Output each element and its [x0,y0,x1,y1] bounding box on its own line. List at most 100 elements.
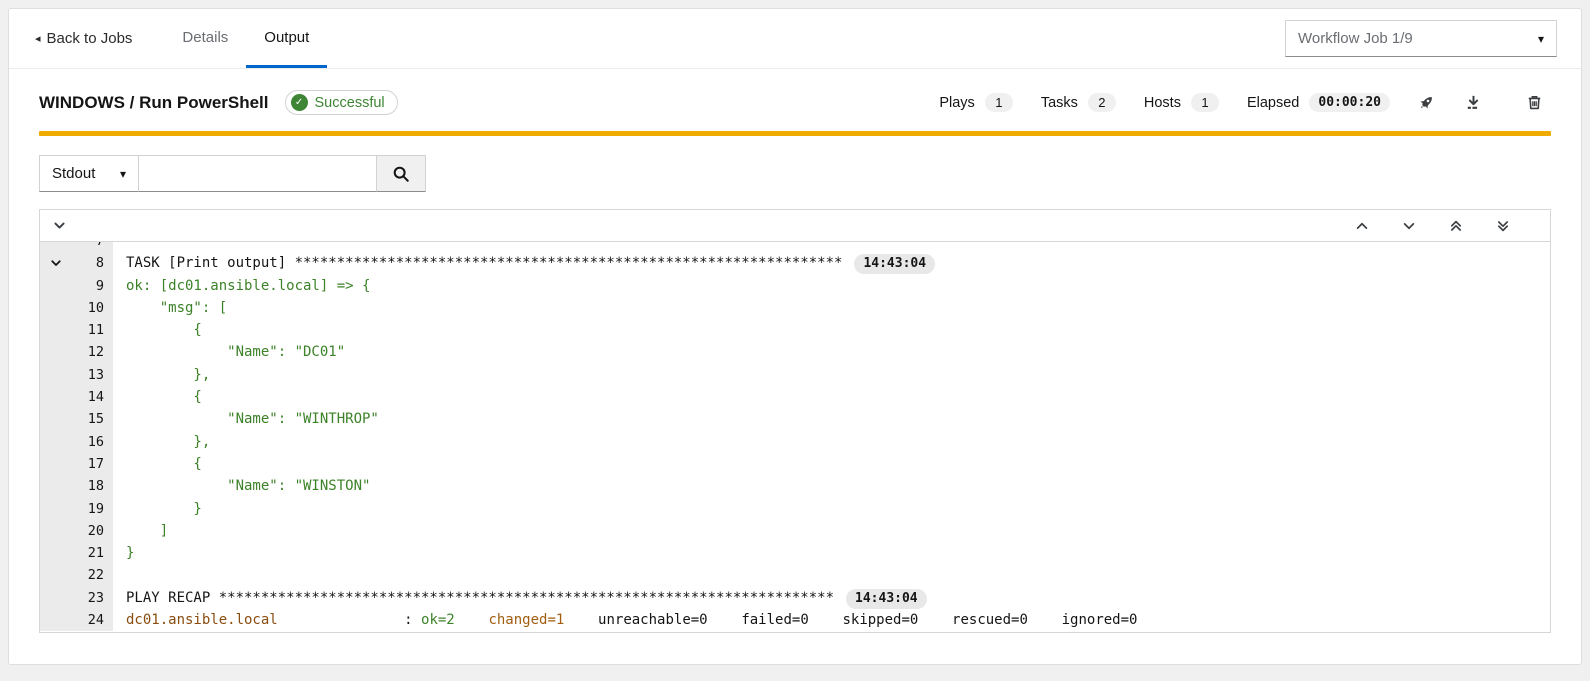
console-text-segment: }, [126,367,210,383]
line-number: 18 [88,475,104,497]
line-content: ok: [dc01.ansible.local] => { [113,275,370,297]
search-button[interactable] [377,155,426,192]
scroll-next-button[interactable] [1402,219,1416,233]
console-lines: 78 TASK [Print output] ******************… [40,242,1550,631]
console-line: 18 "Name": "WINSTON" [40,475,1550,497]
line-gutter: 9 [40,275,113,297]
stat-tasks-value: 2 [1088,93,1116,112]
double-chevron-down-icon [1496,219,1510,233]
line-number: 17 [88,453,104,475]
console-line: 11 { [40,319,1550,341]
back-to-jobs-label: Back to Jobs [47,30,133,47]
console-text-segment [455,612,489,628]
output-panel: 78 TASK [Print output] ******************… [39,209,1551,633]
stat-elapsed: Elapsed 00:00:20 [1247,93,1390,112]
console-text-segment: } [126,545,134,561]
line-number: 13 [88,364,104,386]
console-line: 21} [40,542,1550,564]
stat-elapsed-label: Elapsed [1247,95,1299,111]
console-line: 7 [40,242,1550,252]
line-number: 23 [88,587,104,609]
chevron-down-icon [1402,219,1416,233]
console-line: 20 ] [40,520,1550,542]
line-number: 15 [88,408,104,430]
line-gutter: 23 [40,587,113,609]
line-content [113,564,126,586]
line-gutter: 13 [40,364,113,386]
line-number: 8 [96,252,104,274]
delete-job-button[interactable] [1524,92,1545,113]
line-gutter: 15 [40,408,113,430]
console-line: 13 }, [40,364,1550,386]
console-text-segment: ok: [dc01.ansible.local] => { [126,278,370,294]
console-line: 9 ok: [dc01.ansible.local] => { [40,275,1550,297]
line-content: { [113,319,202,341]
console-text-segment: : [278,612,421,628]
line-number: 14 [88,386,104,408]
scroll-last-button[interactable] [1496,219,1510,233]
stat-elapsed-value: 00:00:20 [1309,93,1390,112]
line-content: } [113,498,202,520]
download-output-button[interactable] [1463,92,1484,113]
search-input[interactable] [139,155,377,192]
line-number: 12 [88,341,104,363]
line-content: "Name": "DC01" [113,341,345,363]
console-line: 8 TASK [Print output] *******************… [40,252,1550,274]
page-title: WINDOWS / Run PowerShell [39,93,269,113]
relaunch-button[interactable] [1416,92,1437,113]
console-text-segment: unreachable=0 failed=0 skipped=0 rescued… [564,612,1137,628]
rocket-icon [1418,94,1435,111]
tab-details-label: Details [182,29,228,46]
chevron-down-icon: ▾ [1538,32,1544,46]
output-source-select[interactable]: Stdout ▾ [39,155,139,192]
console-text-segment: dc01.ansible.local [126,612,278,628]
line-content: "Name": "WINSTON" [113,475,370,497]
line-content: }, [113,364,210,386]
stat-plays-label: Plays [939,95,974,111]
line-gutter: 21 [40,542,113,564]
back-to-jobs-link[interactable]: ◂ Back to Jobs [35,9,132,68]
task-collapse-toggle-icon[interactable] [50,257,65,269]
line-content: "msg": [ [113,297,227,319]
line-number: 10 [88,297,104,319]
chevron-up-icon [1355,219,1369,233]
output-source-select-value: Stdout [52,165,95,182]
timestamp-badge: 14:43:04 [846,589,927,609]
workflow-job-select[interactable]: Workflow Job 1/9 ▾ [1285,20,1557,57]
line-gutter: 24 [40,609,113,631]
stat-plays: Plays 1 [939,93,1012,112]
tab-output-label: Output [264,29,309,46]
line-gutter: 17 [40,453,113,475]
console-line: 17 { [40,453,1550,475]
scroll-previous-button[interactable] [1355,219,1369,233]
line-gutter: 12 [40,341,113,363]
line-number: 20 [88,520,104,542]
console-text-segment: TASK [Print output] ********************… [126,255,842,271]
console-text-segment: ] [126,523,168,539]
line-content: }, [113,431,210,453]
double-chevron-up-icon [1449,219,1463,233]
line-number: 24 [88,609,104,631]
console-text-segment: { [126,456,202,472]
scroll-first-button[interactable] [1449,219,1463,233]
chevron-down-icon: ▾ [120,167,126,181]
line-gutter: 11 [40,319,113,341]
line-content [113,242,126,252]
tab-details[interactable]: Details [164,9,246,68]
stat-tasks: Tasks 2 [1041,93,1116,112]
console-text-segment: }, [126,434,210,450]
console-line: 10 "msg": [ [40,297,1550,319]
stat-hosts: Hosts 1 [1144,93,1219,112]
tab-output[interactable]: Output [246,9,327,68]
console-line: 23 PLAY RECAP ***************************… [40,587,1550,609]
tab-bar: Details Output [164,9,327,68]
stat-tasks-label: Tasks [1041,95,1078,111]
stdout-console[interactable]: 78 TASK [Print output] ******************… [40,242,1550,632]
scroll-nav-buttons [1355,219,1510,233]
console-text-segment: PLAY RECAP *****************************… [126,590,834,606]
success-check-icon: ✓ [291,94,308,111]
stat-hosts-value: 1 [1191,93,1219,112]
timestamp-badge: 14:43:04 [854,254,935,274]
collapse-all-button[interactable] [53,219,66,232]
console-line: 15 "Name": "WINTHROP" [40,408,1550,430]
